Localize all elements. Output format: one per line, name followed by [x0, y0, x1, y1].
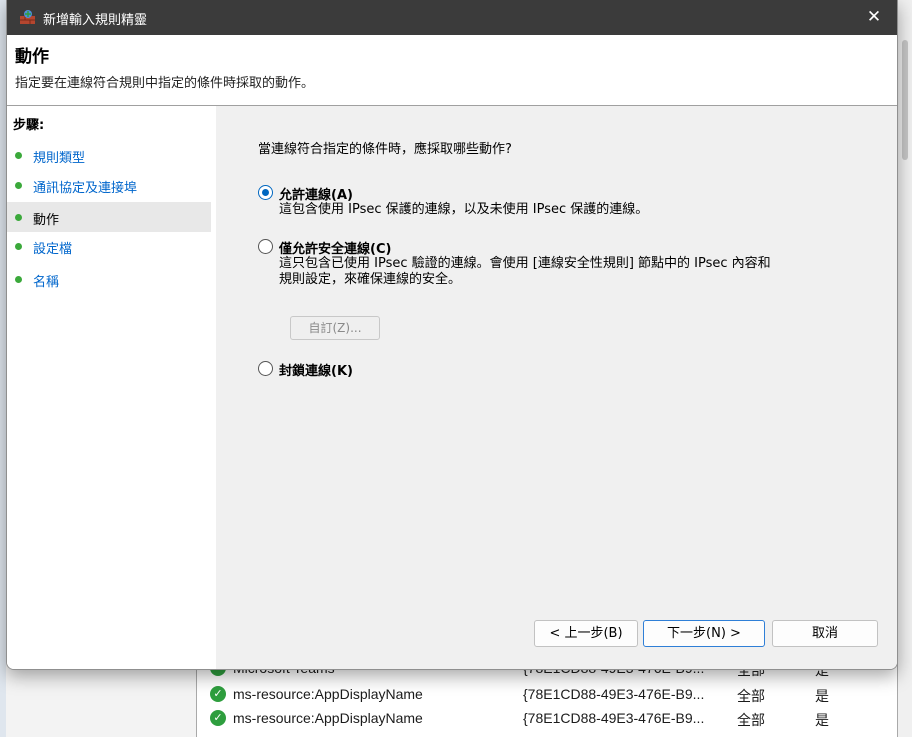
page-subtitle: 指定要在連線符合規則中指定的條件時採取的動作。 — [15, 76, 315, 91]
action-content: 當連線符合指定的條件時，應採取哪些動作? 允許連線(A) 這包含使用 IPsec… — [216, 106, 897, 669]
description-line: 這只包含已使用 IPsec 驗證的連線。會使用 [連線安全性規則] 節點中的 I… — [279, 256, 771, 271]
action-question: 當連線符合指定的條件時，應採取哪些動作? — [258, 142, 512, 157]
steps-panel: 步驟: 規則類型 通訊協定及連接埠 動作 設定檔 名稱 — [7, 106, 213, 669]
step-label: 設定檔 — [33, 242, 73, 257]
steps-heading: 步驟: — [13, 118, 45, 133]
back-button[interactable]: < 上一步(B) — [534, 620, 638, 647]
rule-profile: 全部 — [737, 712, 765, 728]
rule-profile: 全部 — [737, 688, 765, 704]
step-label: 通訊協定及連接埠 — [33, 181, 138, 196]
next-button[interactable]: 下一步(N) > — [643, 620, 765, 647]
rule-group: {78E1CD88-49E3-476E-B9... — [523, 710, 705, 726]
step-protocol-ports[interactable]: 通訊協定及連接埠 — [7, 170, 211, 200]
rule-name: ms-resource:AppDisplayName — [233, 686, 423, 702]
step-label: 動作 — [33, 213, 60, 228]
rule-group: {78E1CD88-49E3-476E-B9... — [523, 686, 705, 702]
description-line: 這包含使用 IPsec 保護的連線，以及未使用 IPsec 保護的連線。 — [279, 202, 649, 217]
background-scrollbar[interactable] — [897, 0, 912, 737]
firewall-icon — [20, 10, 35, 24]
step-label: 名稱 — [33, 275, 60, 290]
option-description: 這只包含已使用 IPsec 驗證的連線。會使用 [連線安全性規則] 節點中的 I… — [279, 256, 771, 288]
close-button[interactable]: ✕ — [851, 0, 897, 35]
step-rule-type[interactable]: 規則類型 — [7, 140, 211, 170]
step-dot-icon — [15, 214, 22, 221]
option-label[interactable]: 封鎖連線(K) — [279, 360, 353, 379]
step-profile[interactable]: 設定檔 — [7, 231, 211, 261]
customize-button[interactable]: 自訂(Z)... — [290, 316, 380, 340]
rule-name: ms-resource:AppDisplayName — [233, 710, 423, 726]
allow-secure-connection-radio[interactable] — [258, 239, 273, 254]
step-label: 規則類型 — [33, 151, 86, 166]
step-action[interactable]: 動作 — [7, 202, 211, 232]
list-item[interactable]: ✓ ms-resource:AppDisplayName {78E1CD88-4… — [207, 684, 887, 706]
step-dot-icon — [15, 243, 22, 250]
allow-connection-radio[interactable] — [258, 185, 273, 200]
description-line: 規則設定，來確保連線的安全。 — [279, 272, 462, 287]
option-label[interactable]: 允許連線(A) — [279, 184, 353, 203]
cancel-button[interactable]: 取消 — [772, 620, 878, 647]
step-dot-icon — [15, 152, 22, 159]
step-dot-icon — [15, 276, 22, 283]
option-description: 這包含使用 IPsec 保護的連線，以及未使用 IPsec 保護的連線。 — [279, 202, 648, 218]
page-title: 動作 — [15, 47, 49, 67]
step-name[interactable]: 名稱 — [7, 264, 211, 294]
window-title: 新增輸入規則精靈 — [43, 13, 148, 28]
rule-enabled: 是 — [815, 712, 829, 728]
rule-enabled: 是 — [815, 688, 829, 704]
enabled-check-icon: ✓ — [210, 686, 226, 702]
wizard-header: 動作 指定要在連線符合規則中指定的條件時採取的動作。 — [7, 35, 897, 106]
block-connection-radio[interactable] — [258, 361, 273, 376]
title-bar[interactable]: 新增輸入規則精靈 ✕ — [7, 0, 897, 35]
new-inbound-rule-wizard: 新增輸入規則精靈 ✕ 動作 指定要在連線符合規則中指定的條件時採取的動作。 步驟… — [6, 0, 898, 670]
background-scrollbar-thumb[interactable] — [902, 40, 908, 160]
background-rules-list: ✓ Microsoft Teams {78E1CD88-49E3-476E-B9… — [196, 660, 898, 737]
list-item[interactable]: ✓ ms-resource:AppDisplayName {78E1CD88-4… — [207, 708, 887, 730]
step-dot-icon — [15, 182, 22, 189]
option-label[interactable]: 僅允許安全連線(C) — [279, 238, 391, 257]
enabled-check-icon: ✓ — [210, 710, 226, 726]
